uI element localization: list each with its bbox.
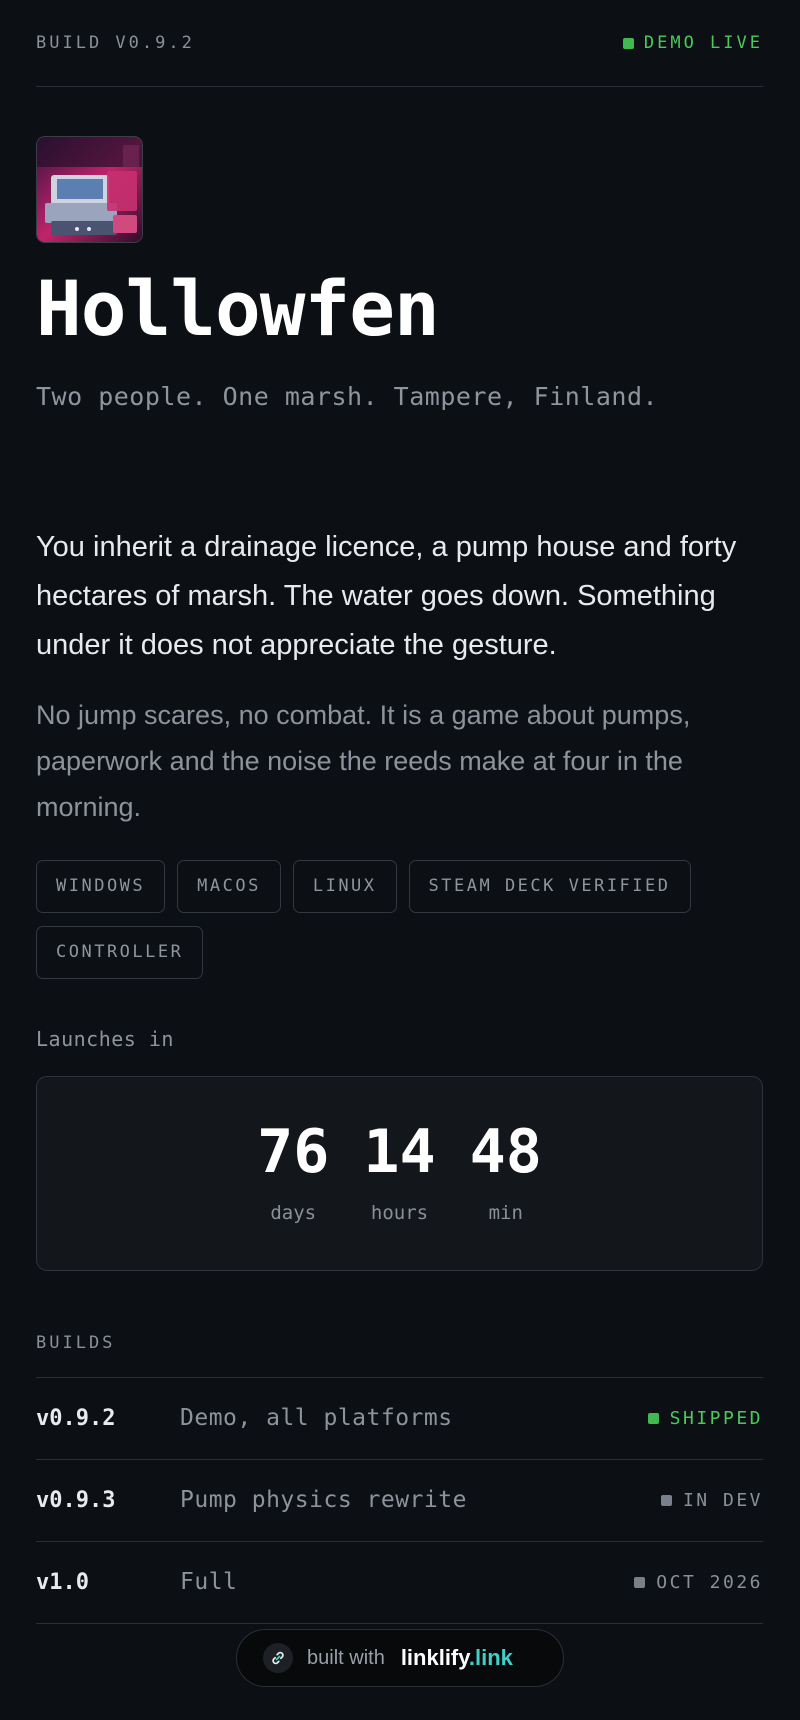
page: BUILD V0.9.2 DEMO LIVE Hollowfen Two peo… bbox=[36, 0, 763, 1624]
countdown-hours: 14 hours bbox=[363, 1122, 435, 1224]
build-version: v0.9.3 bbox=[36, 1487, 116, 1513]
builds-list: v0.9.2 Demo, all platforms SHIPPED v0.9.… bbox=[36, 1378, 763, 1624]
tag-steam-deck: STEAM DECK VERIFIED bbox=[408, 859, 691, 913]
tag-linux: LINUX bbox=[292, 859, 397, 913]
build-row[interactable]: v1.0 Full OCT 2026 bbox=[36, 1542, 763, 1624]
build-status: IN DEV bbox=[660, 1489, 763, 1511]
platform-tags: WINDOWS MACOS LINUX STEAM DECK VERIFIED … bbox=[36, 859, 763, 979]
status-square-icon bbox=[634, 1576, 646, 1588]
demo-live-label: DEMO LIVE bbox=[643, 33, 763, 53]
build-description: Pump physics rewrite bbox=[180, 1487, 467, 1514]
build-version: v1.0 bbox=[36, 1569, 89, 1595]
tag-windows: WINDOWS bbox=[36, 859, 166, 913]
demo-live-status[interactable]: DEMO LIVE bbox=[622, 33, 763, 53]
build-description: Demo, all platforms bbox=[180, 1405, 453, 1432]
live-indicator-icon bbox=[622, 37, 634, 49]
game-title: Hollowfen bbox=[36, 264, 440, 353]
build-row[interactable]: v0.9.2 Demo, all platforms SHIPPED bbox=[36, 1378, 763, 1460]
build-status-label: IN DEV bbox=[682, 1489, 763, 1511]
launch-label: Launches in bbox=[36, 1026, 174, 1051]
cover-image bbox=[36, 136, 143, 243]
build-status-label: SHIPPED bbox=[669, 1407, 763, 1429]
badge-prefix: built with bbox=[307, 1646, 385, 1669]
build-row[interactable]: v0.9.3 Pump physics rewrite IN DEV bbox=[36, 1460, 763, 1542]
tagline: Two people. One marsh. Tampere, Finland. bbox=[36, 381, 659, 411]
tag-controller: CONTROLLER bbox=[36, 925, 204, 979]
countdown-days: 76 days bbox=[257, 1122, 329, 1224]
build-status: SHIPPED bbox=[647, 1407, 763, 1429]
countdown-min: 48 min bbox=[470, 1122, 542, 1224]
build-label: BUILD V0.9.2 bbox=[36, 33, 195, 53]
build-status-label: OCT 2026 bbox=[656, 1571, 763, 1593]
hours-label: hours bbox=[370, 1202, 429, 1225]
badge-brand-tld: .link bbox=[468, 1645, 513, 1670]
build-version: v0.9.2 bbox=[36, 1405, 116, 1431]
days-value: 76 bbox=[257, 1117, 330, 1188]
days-label: days bbox=[270, 1202, 317, 1225]
badge-brand: linklify.link bbox=[401, 1645, 513, 1671]
status-square-icon bbox=[647, 1412, 659, 1424]
countdown-panel: 76 days 14 hours 48 min bbox=[36, 1075, 763, 1271]
min-label: min bbox=[488, 1202, 523, 1225]
badge-brand-name: linklify bbox=[400, 1645, 469, 1670]
tag-macos: MACOS bbox=[177, 859, 281, 913]
build-status: OCT 2026 bbox=[634, 1572, 763, 1593]
status-square-icon bbox=[660, 1494, 672, 1506]
builds-heading: BUILDS bbox=[36, 1333, 763, 1378]
min-value: 48 bbox=[469, 1117, 542, 1188]
build-description: Full bbox=[180, 1569, 238, 1596]
intro-paragraph: You inherit a drainage licence, a pump h… bbox=[36, 530, 737, 661]
hours-value: 14 bbox=[363, 1117, 436, 1188]
description-paragraph: No jump scares, no combat. It is a game … bbox=[36, 699, 691, 822]
link-icon bbox=[263, 1643, 293, 1673]
built-with-badge[interactable]: built with linklify.link bbox=[236, 1629, 564, 1687]
top-bar: BUILD V0.9.2 DEMO LIVE bbox=[36, 0, 763, 87]
